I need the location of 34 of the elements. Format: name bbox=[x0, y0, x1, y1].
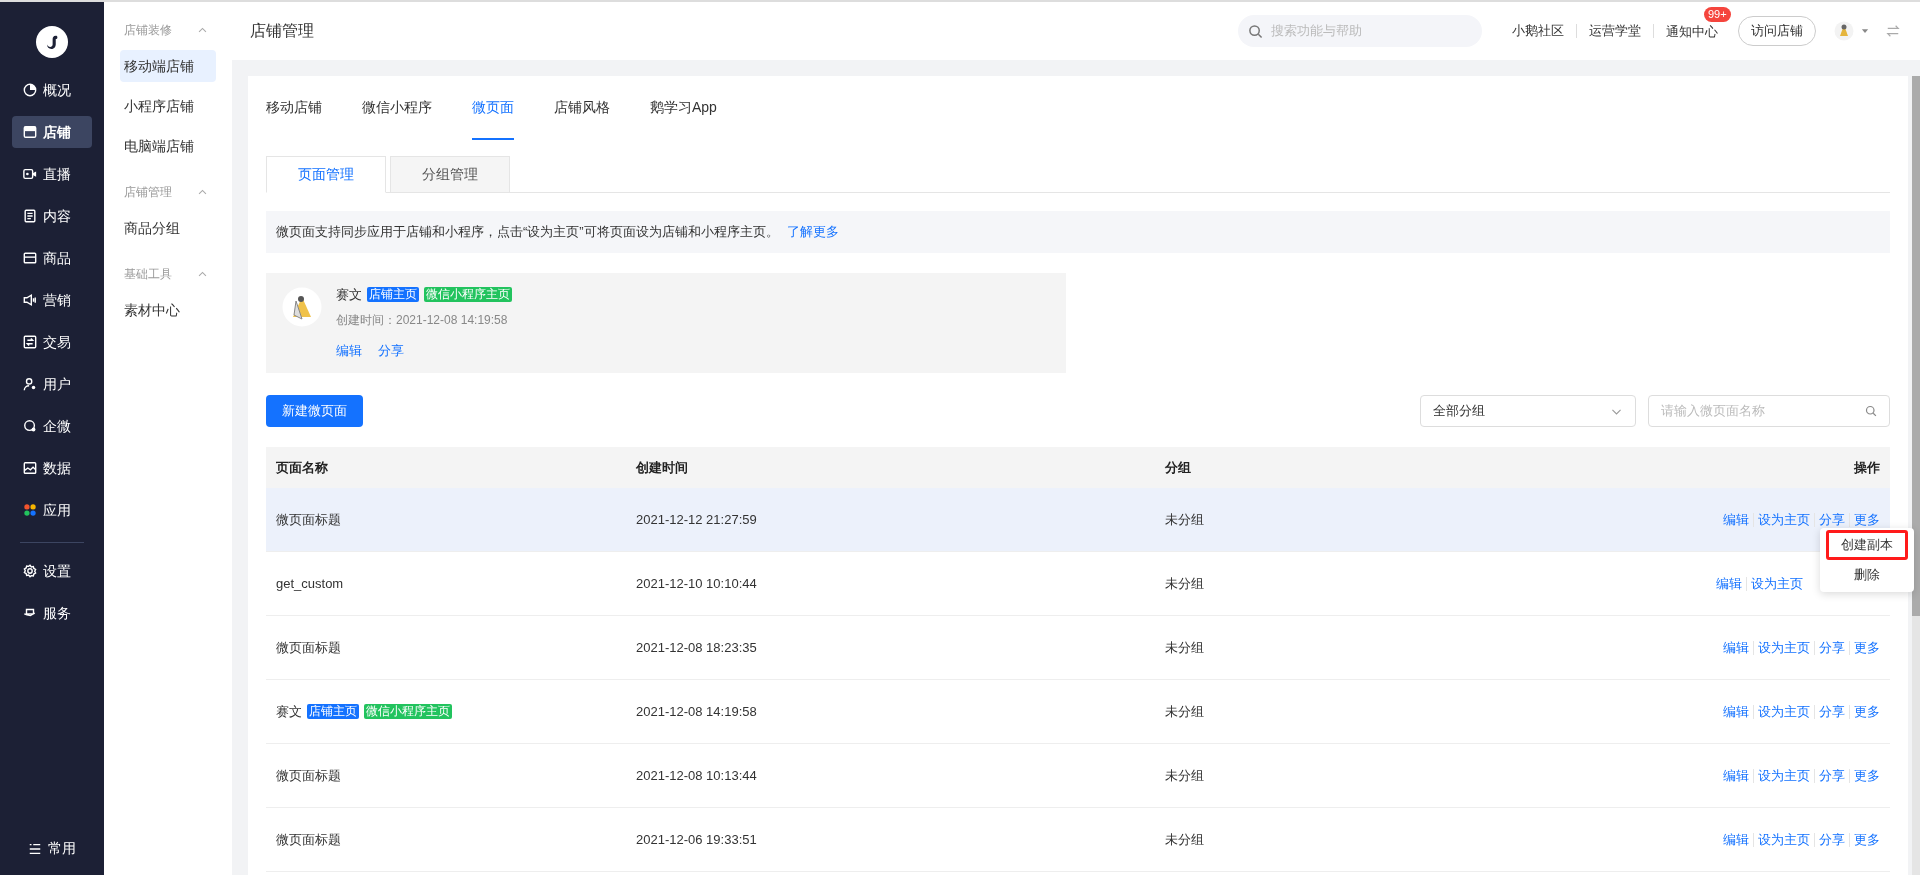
page-name: 赛文 bbox=[336, 286, 362, 304]
notice-text: 微页面支持同步应用于店铺和小程序，点击“设为主页”可将页面设为店铺和小程序主页。 了解更多 bbox=[276, 223, 839, 242]
table-cell-text: 赛文 bbox=[276, 702, 302, 721]
created-time: 创建时间：2021-12-08 14:19:58 bbox=[336, 311, 509, 329]
table-cell-text: 未分组 bbox=[1165, 766, 1205, 785]
table-cell-text: 微页面标题 bbox=[276, 638, 341, 657]
table-cell-text: 未分组 bbox=[1165, 510, 1205, 529]
section-title: 店铺装修 bbox=[124, 22, 172, 39]
table-cell-text: 未分组 bbox=[1165, 702, 1205, 721]
table-cell-text: 未分组 bbox=[1165, 830, 1205, 849]
column-header: 操作 bbox=[1853, 458, 1880, 477]
page-tag: 店铺主页 bbox=[307, 704, 359, 719]
table-cell-text: 微页面标题 bbox=[276, 766, 341, 785]
notification-badge: 99+ bbox=[1704, 7, 1731, 22]
table-cell-text: get_custom bbox=[276, 574, 344, 593]
table-cell-text: 2021-12-08 14:19:58 bbox=[636, 702, 758, 721]
table-cell-text: 微页面标题 bbox=[276, 830, 341, 849]
page-tag: 店铺主页 bbox=[367, 287, 419, 303]
page-tag: 微信小程序主页 bbox=[424, 287, 512, 303]
section-title: 基础工具 bbox=[124, 266, 172, 283]
page-title: 店铺管理 bbox=[250, 21, 314, 41]
table-cell-text: 未分组 bbox=[1165, 638, 1205, 657]
table-cell-text: 2021-12-08 10:13:44 bbox=[636, 766, 758, 785]
table-cell-text: 2021-12-12 21:27:59 bbox=[636, 510, 758, 529]
table-cell-text: 未分组 bbox=[1165, 574, 1205, 593]
table-cell-text: 2021-12-10 10:10:44 bbox=[636, 574, 758, 593]
table-cell-text: 2021-12-06 19:33:51 bbox=[636, 830, 758, 849]
column-header: 创建时间 bbox=[636, 458, 689, 477]
column-header: 页面名称 bbox=[276, 458, 329, 477]
table-cell-text: 2021-12-08 18:23:35 bbox=[636, 638, 758, 657]
section-title: 店铺管理 bbox=[124, 184, 172, 201]
column-header: 分组 bbox=[1165, 458, 1192, 477]
page-tag: 微信小程序主页 bbox=[364, 704, 452, 719]
table-cell-text: 微页面标题 bbox=[276, 510, 341, 529]
